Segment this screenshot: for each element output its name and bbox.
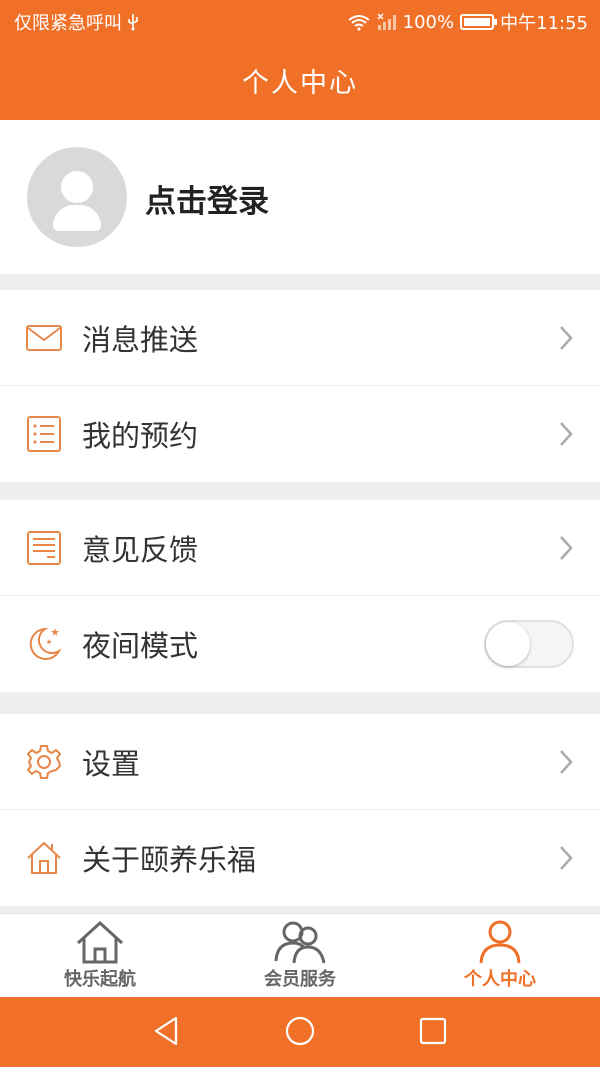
person-icon xyxy=(479,920,521,964)
menu-item-settings[interactable]: 设置 xyxy=(0,714,600,810)
status-left: 仅限紧急呼叫 xyxy=(14,9,140,35)
list-icon xyxy=(27,416,61,452)
profile-card[interactable]: 点击登录 xyxy=(0,120,600,274)
feedback-icon xyxy=(27,530,61,565)
login-link[interactable]: 点击登录 xyxy=(145,176,269,221)
page-title: 个人中心 xyxy=(242,67,358,99)
menu-item-label: 消息推送 xyxy=(82,322,199,357)
members-icon xyxy=(274,921,326,964)
menu-item-night-mode: 夜间模式 xyxy=(0,596,600,692)
avatar[interactable] xyxy=(27,147,127,247)
back-icon[interactable] xyxy=(150,1014,184,1048)
menu-group-3: 设置 关于颐养乐福 xyxy=(0,714,600,906)
mail-icon xyxy=(26,324,62,351)
status-right: 100% 中午11:55 xyxy=(347,9,588,35)
tab-label: 快乐起航 xyxy=(64,969,136,990)
chevron-right-icon xyxy=(560,325,573,350)
menu-item-about[interactable]: 关于颐养乐福 xyxy=(0,810,600,906)
avatar-head xyxy=(61,171,93,203)
menu-group-2: 意见反馈 夜间模式 xyxy=(0,500,600,692)
signal-icon xyxy=(377,13,396,30)
chevron-right-icon xyxy=(560,422,573,446)
recents-icon[interactable] xyxy=(416,1014,450,1048)
bottom-tab-bar: 快乐起航 会员服务 个人中心 xyxy=(0,913,600,997)
carrier-text: 仅限紧急呼叫 xyxy=(14,13,122,34)
chevron-right-icon xyxy=(560,846,573,870)
clock: 中午11:55 xyxy=(500,13,588,34)
menu-group-1: 消息推送 我的预约 xyxy=(0,290,600,482)
system-nav-bar xyxy=(0,997,600,1067)
usb-icon xyxy=(128,14,138,31)
battery-icon xyxy=(460,14,498,30)
page-header: 个人中心 xyxy=(0,40,600,120)
battery-percent: 100% xyxy=(402,11,455,33)
menu-item-label: 我的预约 xyxy=(82,419,199,453)
night-mode-toggle[interactable] xyxy=(484,620,574,668)
tab-home[interactable]: 快乐起航 xyxy=(0,914,200,997)
menu-item-label: 设置 xyxy=(82,746,141,781)
wifi-icon xyxy=(348,15,370,31)
tab-members[interactable]: 会员服务 xyxy=(200,914,400,997)
moon-icon xyxy=(29,627,62,660)
menu-item-label: 意见反馈 xyxy=(82,532,199,567)
menu-item-feedback[interactable]: 意见反馈 xyxy=(0,500,600,596)
status-bar: 仅限紧急呼叫 100% 中午11:55 xyxy=(0,0,600,40)
tab-profile[interactable]: 个人中心 xyxy=(400,914,600,997)
house-icon xyxy=(76,920,124,964)
tab-label: 会员服务 xyxy=(264,969,336,990)
gear-icon xyxy=(27,744,61,779)
tab-label: 个人中心 xyxy=(464,969,536,990)
menu-item-appointments[interactable]: 我的预约 xyxy=(0,386,600,482)
chevron-right-icon xyxy=(560,535,573,560)
avatar-body xyxy=(53,205,101,231)
home-button-icon[interactable] xyxy=(283,1014,317,1048)
home-icon xyxy=(27,841,61,874)
menu-item-messages[interactable]: 消息推送 xyxy=(0,290,600,386)
toggle-knob xyxy=(486,622,530,666)
menu-item-label: 关于颐养乐福 xyxy=(82,843,257,877)
chevron-right-icon xyxy=(560,749,573,774)
menu-item-label: 夜间模式 xyxy=(82,629,199,663)
